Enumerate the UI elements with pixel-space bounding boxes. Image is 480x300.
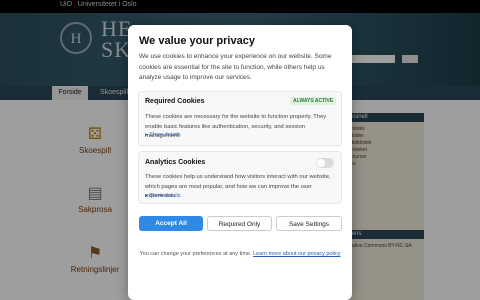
save-settings-button[interactable]: Save Settings [276,216,342,231]
required-show-details-link[interactable]: ▸ Show details [145,132,180,138]
always-active-badge: ALWAYS ACTIVE [290,97,337,105]
modal-title: We value your privacy [139,35,255,47]
modal-footer-note: You can change your preferences at any t… [139,251,341,257]
toggle-knob [317,159,325,167]
privacy-policy-link[interactable]: Learn more about our privacy policy [253,251,340,257]
modal-intro: We use cookies to enhance your experienc… [139,53,332,81]
show-details-label: Show details [149,193,181,199]
footer-text: You can change your preferences at any t… [139,251,252,257]
show-details-label: Show details [149,132,181,138]
analytics-cookies-title: Analytics Cookies [145,159,206,166]
analytics-show-details-link[interactable]: ▸ Show details [145,193,180,199]
required-cookies-title: Required Cookies [145,98,205,105]
accept-all-button[interactable]: Accept All [139,216,203,231]
required-only-button[interactable]: Required Only [207,216,272,231]
